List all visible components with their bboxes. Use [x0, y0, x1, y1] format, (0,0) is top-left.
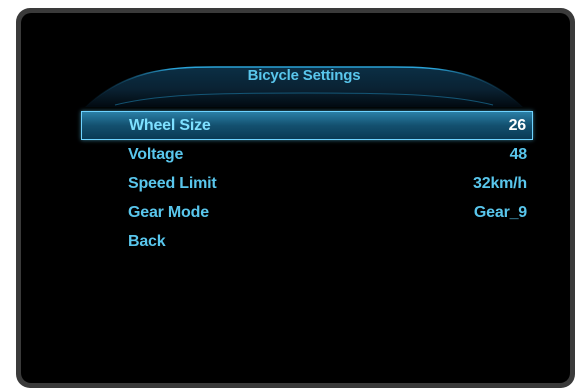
- menu-item-value: 26: [508, 116, 527, 134]
- menu-item-gear-mode[interactable]: Gear Mode Gear_9: [81, 198, 533, 227]
- menu-item-back[interactable]: Back: [81, 227, 533, 256]
- menu-item-value: 32km/h: [473, 174, 527, 192]
- menu-title: Bicycle Settings: [247, 67, 361, 84]
- display-screen: Bicycle Settings Wheel Size 26 Voltage 4…: [21, 13, 570, 383]
- menu-item-label: Wheel Size: [129, 116, 211, 134]
- menu-item-label: Voltage: [128, 145, 184, 163]
- menu-item-voltage[interactable]: Voltage 48: [81, 140, 533, 169]
- settings-menu: Wheel Size 26 Voltage 48 Speed Limit 32k…: [81, 111, 533, 256]
- menu-item-label: Speed Limit: [128, 174, 217, 192]
- menu-item-value: Gear_9: [473, 203, 527, 221]
- menu-header: Bicycle Settings: [85, 47, 523, 107]
- device-bezel: Bicycle Settings Wheel Size 26 Voltage 4…: [16, 8, 575, 388]
- menu-item-label: Gear Mode: [128, 203, 209, 221]
- menu-item-label: Back: [128, 232, 166, 250]
- menu-item-value: 48: [509, 145, 528, 163]
- menu-item-speed-limit[interactable]: Speed Limit 32km/h: [81, 169, 533, 198]
- menu-item-wheel-size[interactable]: Wheel Size 26: [81, 111, 533, 140]
